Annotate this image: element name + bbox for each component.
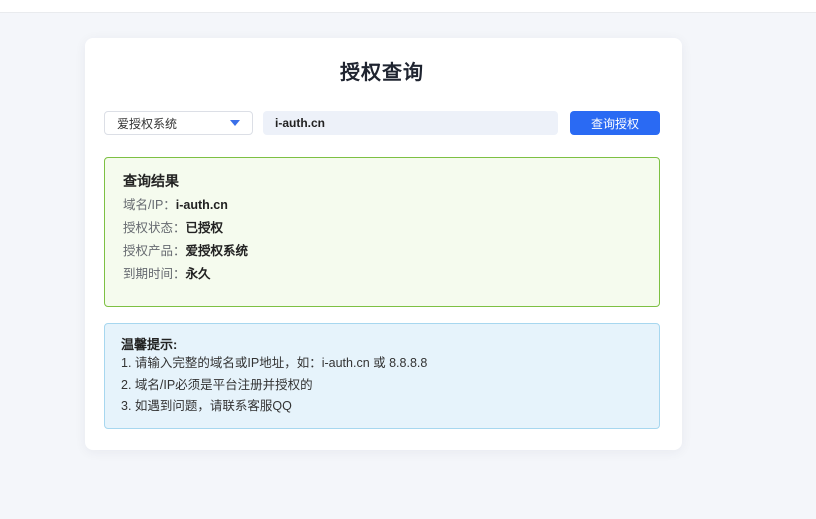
tips-panel: 温馨提示: 1. 请输入完整的域名或IP地址，如：i-auth.cn 或 8.8… [104,323,660,429]
product-select[interactable]: 爱授权系统 [104,111,253,135]
result-label: 到期时间： [123,267,186,281]
auth-query-card: 授权查询 爱授权系统 查询授权 查询结果 域名/IP：i-auth.cn 授权状… [85,38,682,450]
tips-item-1: 1. 请输入完整的域名或IP地址，如：i-auth.cn 或 8.8.8.8 [121,353,643,375]
query-result-panel: 查询结果 域名/IP：i-auth.cn 授权状态：已授权 授权产品：爱授权系统… [104,157,660,307]
top-bar [0,0,816,13]
result-value: 已授权 [186,221,224,235]
result-row-expiry: 到期时间：永久 [123,267,641,282]
page-title: 授权查询 [104,62,660,85]
result-value: 永久 [186,267,211,281]
result-value: i-auth.cn [176,198,228,212]
result-label: 授权产品： [123,244,186,258]
result-title: 查询结果 [123,173,641,190]
tips-item-3: 3. 如遇到问题，请联系客服QQ [121,396,643,418]
result-value: 爱授权系统 [186,244,249,258]
result-row-status: 授权状态：已授权 [123,221,641,236]
result-label: 域名/IP： [123,198,176,212]
tips-item-2: 2. 域名/IP必须是平台注册并授权的 [121,375,643,397]
result-label: 授权状态： [123,221,186,235]
tips-title: 温馨提示: [121,336,643,353]
domain-input[interactable] [263,111,558,135]
query-auth-button[interactable]: 查询授权 [570,111,660,135]
caret-down-icon [230,120,240,126]
query-form: 爱授权系统 查询授权 [104,111,660,135]
product-select-value: 爱授权系统 [117,115,230,132]
result-row-product: 授权产品：爱授权系统 [123,244,641,259]
result-row-domain: 域名/IP：i-auth.cn [123,198,641,213]
